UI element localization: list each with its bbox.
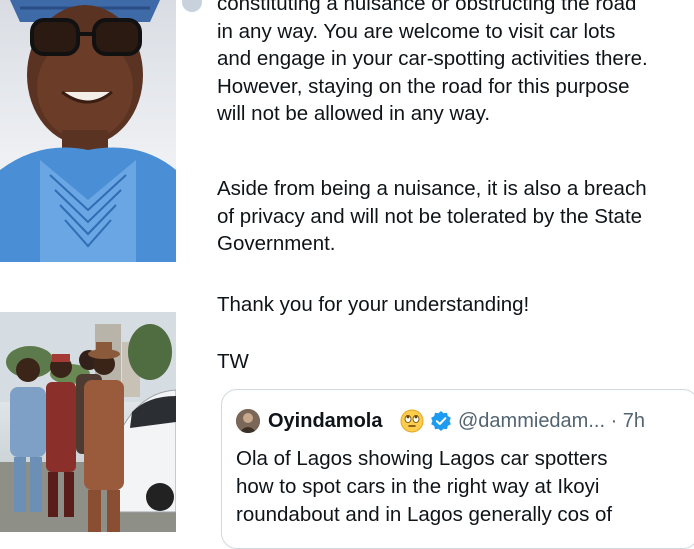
reply-avatar[interactable] bbox=[182, 0, 202, 12]
avatar-image bbox=[236, 409, 260, 433]
official-portrait-image[interactable] bbox=[0, 0, 176, 262]
tweet-paragraph: Thank you for your understanding! bbox=[217, 293, 530, 316]
rolling-eyes-emoji-icon bbox=[400, 409, 424, 433]
tweet-paragraph: constituting a nuisance or obstructing t… bbox=[217, 0, 648, 125]
tweet-paragraph: Aside from being a nuisance, it is also … bbox=[217, 177, 647, 255]
quoted-user-handle-and-time[interactable]: @dammiedam... · 7h bbox=[458, 409, 645, 433]
official-portrait-illustration bbox=[0, 0, 176, 262]
quoted-tweet-text: Ola of Lagos showing Lagos car spotters … bbox=[236, 447, 613, 526]
car-spotters-image[interactable] bbox=[0, 312, 176, 532]
verified-badge-icon bbox=[430, 410, 452, 432]
quoted-user-name[interactable]: Oyindamola bbox=[268, 409, 382, 433]
tweet-signoff: TW bbox=[217, 350, 249, 373]
quoted-tweet-card[interactable]: Oyindamola @dammiedam... · 7h Ola of Lag… bbox=[221, 389, 694, 549]
car-spotters-illustration bbox=[0, 312, 176, 532]
quoted-user-avatar[interactable] bbox=[236, 409, 260, 433]
